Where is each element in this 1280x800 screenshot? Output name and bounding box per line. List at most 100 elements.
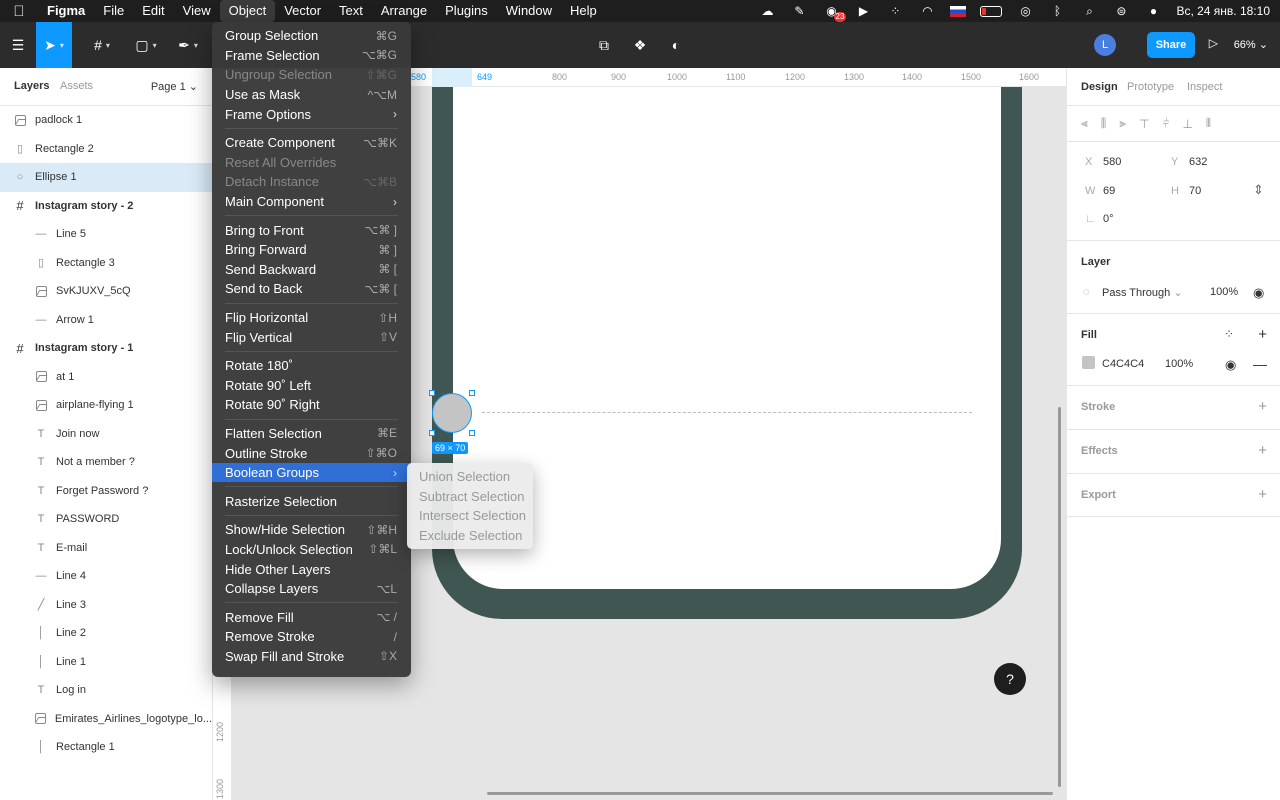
fill-swatch[interactable] bbox=[1082, 356, 1095, 369]
distribute-icon[interactable]: ⫴ bbox=[1206, 116, 1211, 131]
layer-row[interactable]: ○ Ellipse 1 bbox=[0, 163, 212, 192]
layer-row[interactable]: ╱ Line 3 bbox=[0, 591, 212, 620]
layer-row[interactable]: │ Line 2 bbox=[0, 619, 212, 648]
align-left-icon[interactable]: ⫷ bbox=[1081, 116, 1088, 131]
main-menu-icon[interactable]: ☰ bbox=[6, 22, 30, 68]
blend-mode-dropdown[interactable]: Pass Through ⌄ bbox=[1102, 286, 1183, 299]
layer-row[interactable]: SvKJUXV_5cQ bbox=[0, 277, 212, 306]
height-field[interactable]: H 70 bbox=[1171, 185, 1201, 197]
resize-handle-tl[interactable] bbox=[429, 390, 435, 396]
vertical-scrollbar[interactable] bbox=[1058, 407, 1061, 787]
siri-icon[interactable]: ● bbox=[1144, 4, 1162, 18]
menu-item-use-as-mask[interactable]: Use as Mask ^⌥M bbox=[212, 85, 411, 105]
tab-assets[interactable]: Assets bbox=[60, 80, 93, 92]
menu-plugins[interactable]: Plugins bbox=[436, 0, 497, 22]
menu-item-group-selection[interactable]: Group Selection ⌘G bbox=[212, 26, 411, 46]
menu-item-flip-vertical[interactable]: Flip Vertical ⇧V bbox=[212, 327, 411, 347]
layer-row[interactable]: Emirates_Airlines_logotype_lo... bbox=[0, 705, 212, 734]
page-selector[interactable]: Page 1 ⌄ bbox=[151, 80, 198, 93]
menu-item-lock-unlock-selection[interactable]: Lock/Unlock Selection ⇧⌘L bbox=[212, 540, 411, 560]
menu-item-bring-forward[interactable]: Bring Forward ⌘ ] bbox=[212, 240, 411, 260]
help-button[interactable]: ? bbox=[994, 663, 1026, 695]
menu-item-send-to-back[interactable]: Send to Back ⌥⌘ [ bbox=[212, 279, 411, 299]
y-field[interactable]: Y 632 bbox=[1171, 156, 1207, 168]
cloud-icon[interactable]: ☁ bbox=[758, 4, 776, 18]
menu-help[interactable]: Help bbox=[561, 0, 606, 22]
layer-row[interactable]: T Log in bbox=[0, 676, 212, 705]
apple-icon[interactable]:  bbox=[0, 3, 38, 20]
equalizer-icon[interactable]: ⁘ bbox=[886, 4, 904, 18]
menu-item-frame-selection[interactable]: Frame Selection ⌥⌘G bbox=[212, 46, 411, 66]
menu-item-rasterize-selection[interactable]: Rasterize Selection bbox=[212, 491, 411, 511]
layer-row[interactable]: T Join now bbox=[0, 420, 212, 449]
rotation-field[interactable]: ∟ 0° bbox=[1085, 213, 1114, 225]
tab-prototype[interactable]: Prototype bbox=[1127, 81, 1174, 93]
menu-file[interactable]: File bbox=[94, 0, 133, 22]
present-play-icon[interactable]: ▷ bbox=[1209, 36, 1218, 50]
menu-arrange[interactable]: Arrange bbox=[372, 0, 436, 22]
menu-item-rotate-180[interactable]: Rotate 180˚ bbox=[212, 356, 411, 376]
menu-object[interactable]: Object bbox=[219, 0, 276, 22]
menu-text[interactable]: Text bbox=[330, 0, 372, 22]
keyboard-layout-flag-icon[interactable] bbox=[950, 5, 967, 17]
spotlight-search-icon[interactable]: ⌕ bbox=[1080, 4, 1098, 18]
tab-design[interactable]: Design bbox=[1081, 81, 1118, 93]
layer-row[interactable]: airplane-flying 1 bbox=[0, 391, 212, 420]
zoom-dropdown[interactable]: 66% ⌄ bbox=[1234, 38, 1268, 51]
eye-icon[interactable]: ◉ bbox=[1253, 285, 1264, 301]
layer-row[interactable]: T Forget Password ? bbox=[0, 477, 212, 506]
layer-row[interactable]: T PASSWORD bbox=[0, 505, 212, 534]
align-top-icon[interactable]: ⊤ bbox=[1139, 117, 1149, 131]
tab-layers[interactable]: Layers bbox=[14, 80, 49, 92]
horizontal-scrollbar[interactable] bbox=[487, 792, 1053, 795]
menu-item-remove-stroke[interactable]: Remove Stroke / bbox=[212, 627, 411, 647]
resize-handle-tr[interactable] bbox=[469, 390, 475, 396]
add-effect-icon[interactable]: + bbox=[1258, 442, 1267, 459]
layer-row[interactable]: — Arrow 1 bbox=[0, 306, 212, 335]
layer-row[interactable]: at 1 bbox=[0, 363, 212, 392]
components-icon[interactable]: ❖ bbox=[628, 22, 652, 68]
align-horizontal-center-icon[interactable]: ⫼ bbox=[1101, 116, 1107, 131]
menu-item-remove-fill[interactable]: Remove Fill ⌥ / bbox=[212, 607, 411, 627]
menu-item-flatten-selection[interactable]: Flatten Selection ⌘E bbox=[212, 424, 411, 444]
menubar-datetime[interactable]: Вс, 24 янв. 18:10 bbox=[1176, 4, 1270, 18]
ellipse-1-selected[interactable] bbox=[432, 393, 472, 433]
layer-row[interactable]: T E-mail bbox=[0, 534, 212, 563]
menu-item-send-backward[interactable]: Send Backward ⌘ [ bbox=[212, 260, 411, 280]
menu-item-outline-stroke[interactable]: Outline Stroke ⇧⌘O bbox=[212, 443, 411, 463]
pen-tool-button[interactable]: ✒ ▾ bbox=[170, 22, 206, 68]
menu-item-bring-to-front[interactable]: Bring to Front ⌥⌘ ] bbox=[212, 220, 411, 240]
align-vertical-center-icon[interactable]: ⫩ bbox=[1163, 116, 1170, 131]
remove-fill-icon[interactable]: — bbox=[1253, 356, 1267, 372]
frame-tool-button[interactable]: # ▾ bbox=[84, 22, 120, 68]
resize-handle-br[interactable] bbox=[469, 430, 475, 436]
align-right-icon[interactable]: ⫸ bbox=[1119, 116, 1126, 131]
menu-item-boolean-groups[interactable]: Boolean Groups › bbox=[212, 462, 411, 483]
style-grid-icon[interactable]: ⁘ bbox=[1224, 327, 1234, 341]
layer-row[interactable]: │ Line 1 bbox=[0, 648, 212, 677]
menu-item-swap-fill-and-stroke[interactable]: Swap Fill and Stroke ⇧X bbox=[212, 647, 411, 667]
layer-row[interactable]: — Line 5 bbox=[0, 220, 212, 249]
contrast-icon[interactable]: ◐ bbox=[664, 22, 688, 68]
move-tool-button[interactable]: ➤ ▾ bbox=[36, 22, 72, 68]
menu-window[interactable]: Window bbox=[497, 0, 561, 22]
layer-row[interactable]: │ Rectangle 1 bbox=[0, 733, 212, 762]
share-button[interactable]: Share bbox=[1147, 32, 1195, 58]
layer-row[interactable]: # Instagram story - 1 bbox=[0, 334, 212, 363]
instagram-story-frame-screen[interactable] bbox=[453, 87, 1001, 589]
fill-opacity[interactable]: 100% bbox=[1165, 358, 1193, 370]
creative-cloud-icon[interactable]: ✎ bbox=[790, 4, 808, 18]
menu-item-flip-horizontal[interactable]: Flip Horizontal ⇧H bbox=[212, 308, 411, 328]
menu-view[interactable]: View bbox=[174, 0, 220, 22]
layer-opacity[interactable]: 100% bbox=[1210, 286, 1238, 298]
menu-item-hide-other-layers[interactable]: Hide Other Layers bbox=[212, 559, 411, 579]
menu-item-rotate-90-left[interactable]: Rotate 90˚ Left bbox=[212, 376, 411, 396]
menu-item-main-component[interactable]: Main Component › bbox=[212, 192, 411, 212]
user-account-icon[interactable]: ◎ bbox=[1016, 4, 1034, 18]
menu-item-show-hide-selection[interactable]: Show/Hide Selection ⇧⌘H bbox=[212, 520, 411, 540]
align-bottom-icon[interactable]: ⊥ bbox=[1182, 117, 1192, 131]
fill-hex[interactable]: C4C4C4 bbox=[1102, 358, 1144, 370]
menu-edit[interactable]: Edit bbox=[133, 0, 173, 22]
menu-item-rotate-90-right[interactable]: Rotate 90˚ Right bbox=[212, 395, 411, 415]
width-field[interactable]: W 69 bbox=[1085, 185, 1115, 197]
